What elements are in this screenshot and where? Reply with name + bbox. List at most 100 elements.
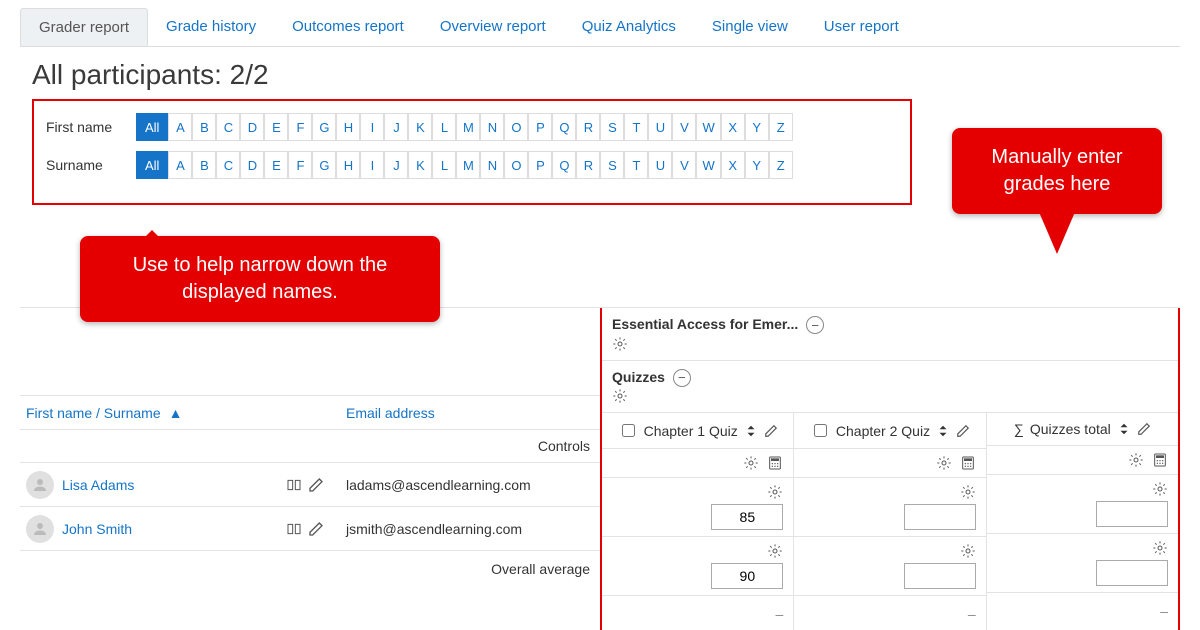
firstname-filter-all[interactable]: All	[136, 113, 168, 141]
surname-filter-z[interactable]: Z	[769, 151, 793, 179]
name-sort-header[interactable]: First name / Surname	[26, 405, 161, 421]
firstname-filter-l[interactable]: L	[432, 113, 456, 141]
surname-filter-g[interactable]: G	[312, 151, 336, 179]
firstname-filter-p[interactable]: P	[528, 113, 552, 141]
gear-icon[interactable]	[767, 484, 783, 500]
student-name-link[interactable]: John Smith	[62, 521, 132, 537]
firstname-filter-g[interactable]: G	[312, 113, 336, 141]
quiz-title[interactable]: Quizzes total	[1030, 421, 1111, 437]
edit-icon[interactable]	[764, 424, 778, 438]
edit-icon[interactable]	[308, 477, 324, 493]
firstname-filter-n[interactable]: N	[480, 113, 504, 141]
grades-icon[interactable]	[286, 477, 302, 493]
gear-icon[interactable]	[1152, 481, 1168, 497]
surname-filter-k[interactable]: K	[408, 151, 432, 179]
grade-input[interactable]	[1096, 501, 1168, 527]
quiz-select-checkbox[interactable]	[814, 424, 827, 437]
gear-icon[interactable]	[960, 484, 976, 500]
surname-filter-w[interactable]: W	[696, 151, 720, 179]
grade-input[interactable]	[904, 504, 976, 530]
firstname-filter-u[interactable]: U	[648, 113, 672, 141]
edit-icon[interactable]	[308, 521, 324, 537]
surname-filter-o[interactable]: O	[504, 151, 528, 179]
surname-filter-n[interactable]: N	[480, 151, 504, 179]
surname-filter-u[interactable]: U	[648, 151, 672, 179]
firstname-filter-w[interactable]: W	[696, 113, 720, 141]
firstname-filter-x[interactable]: X	[721, 113, 745, 141]
calculator-icon[interactable]	[1152, 452, 1168, 468]
firstname-filter-i[interactable]: I	[360, 113, 384, 141]
gear-icon[interactable]	[936, 455, 952, 471]
surname-filter-x[interactable]: X	[721, 151, 745, 179]
tab-grade-history[interactable]: Grade history	[148, 8, 274, 46]
surname-filter-v[interactable]: V	[672, 151, 696, 179]
grade-input[interactable]	[711, 504, 783, 530]
firstname-filter-s[interactable]: S	[600, 113, 624, 141]
calculator-icon[interactable]	[960, 455, 976, 471]
surname-filter-r[interactable]: R	[576, 151, 600, 179]
surname-filter-s[interactable]: S	[600, 151, 624, 179]
firstname-filter-j[interactable]: J	[384, 113, 408, 141]
surname-filter-j[interactable]: J	[384, 151, 408, 179]
quiz-title[interactable]: Chapter 1 Quiz	[644, 423, 738, 439]
sort-icon[interactable]	[744, 424, 758, 438]
surname-filter-f[interactable]: F	[288, 151, 312, 179]
gear-icon[interactable]	[767, 543, 783, 559]
firstname-filter-d[interactable]: D	[240, 113, 264, 141]
firstname-filter-m[interactable]: M	[456, 113, 480, 141]
firstname-filter-f[interactable]: F	[288, 113, 312, 141]
gear-icon[interactable]	[612, 388, 628, 404]
surname-filter-e[interactable]: E	[264, 151, 288, 179]
collapse-icon[interactable]: −	[806, 316, 824, 334]
firstname-filter-b[interactable]: B	[192, 113, 216, 141]
firstname-filter-z[interactable]: Z	[769, 113, 793, 141]
surname-filter-h[interactable]: H	[336, 151, 360, 179]
tab-outcomes-report[interactable]: Outcomes report	[274, 8, 422, 46]
edit-icon[interactable]	[956, 424, 970, 438]
firstname-filter-k[interactable]: K	[408, 113, 432, 141]
firstname-filter-v[interactable]: V	[672, 113, 696, 141]
quiz-select-checkbox[interactable]	[622, 424, 635, 437]
gear-icon[interactable]	[612, 336, 628, 352]
quiz-title[interactable]: Chapter 2 Quiz	[836, 423, 930, 439]
firstname-filter-q[interactable]: Q	[552, 113, 576, 141]
firstname-filter-c[interactable]: C	[216, 113, 240, 141]
surname-filter-i[interactable]: I	[360, 151, 384, 179]
surname-filter-m[interactable]: M	[456, 151, 480, 179]
firstname-filter-e[interactable]: E	[264, 113, 288, 141]
surname-filter-a[interactable]: A	[168, 151, 192, 179]
firstname-filter-h[interactable]: H	[336, 113, 360, 141]
student-name-link[interactable]: Lisa Adams	[62, 477, 134, 493]
calculator-icon[interactable]	[767, 455, 783, 471]
tab-user-report[interactable]: User report	[806, 8, 917, 46]
firstname-filter-a[interactable]: A	[168, 113, 192, 141]
firstname-filter-r[interactable]: R	[576, 113, 600, 141]
surname-filter-all[interactable]: All	[136, 151, 168, 179]
surname-filter-b[interactable]: B	[192, 151, 216, 179]
grade-input[interactable]	[904, 563, 976, 589]
tab-quiz-analytics[interactable]: Quiz Analytics	[564, 8, 694, 46]
sort-icon[interactable]	[1117, 422, 1131, 436]
surname-filter-c[interactable]: C	[216, 151, 240, 179]
surname-filter-t[interactable]: T	[624, 151, 648, 179]
firstname-filter-t[interactable]: T	[624, 113, 648, 141]
grade-input[interactable]	[1096, 560, 1168, 586]
sort-icon[interactable]	[936, 424, 950, 438]
tab-grader-report[interactable]: Grader report	[20, 8, 148, 46]
surname-filter-l[interactable]: L	[432, 151, 456, 179]
gear-icon[interactable]	[1152, 540, 1168, 556]
collapse-icon[interactable]: −	[673, 369, 691, 387]
grade-input[interactable]	[711, 563, 783, 589]
edit-icon[interactable]	[1137, 422, 1151, 436]
gear-icon[interactable]	[1128, 452, 1144, 468]
grades-icon[interactable]	[286, 521, 302, 537]
surname-filter-p[interactable]: P	[528, 151, 552, 179]
tab-single-view[interactable]: Single view	[694, 8, 806, 46]
tab-overview-report[interactable]: Overview report	[422, 8, 564, 46]
surname-filter-d[interactable]: D	[240, 151, 264, 179]
email-header[interactable]: Email address	[346, 405, 435, 421]
gear-icon[interactable]	[960, 543, 976, 559]
surname-filter-q[interactable]: Q	[552, 151, 576, 179]
gear-icon[interactable]	[743, 455, 759, 471]
firstname-filter-o[interactable]: O	[504, 113, 528, 141]
